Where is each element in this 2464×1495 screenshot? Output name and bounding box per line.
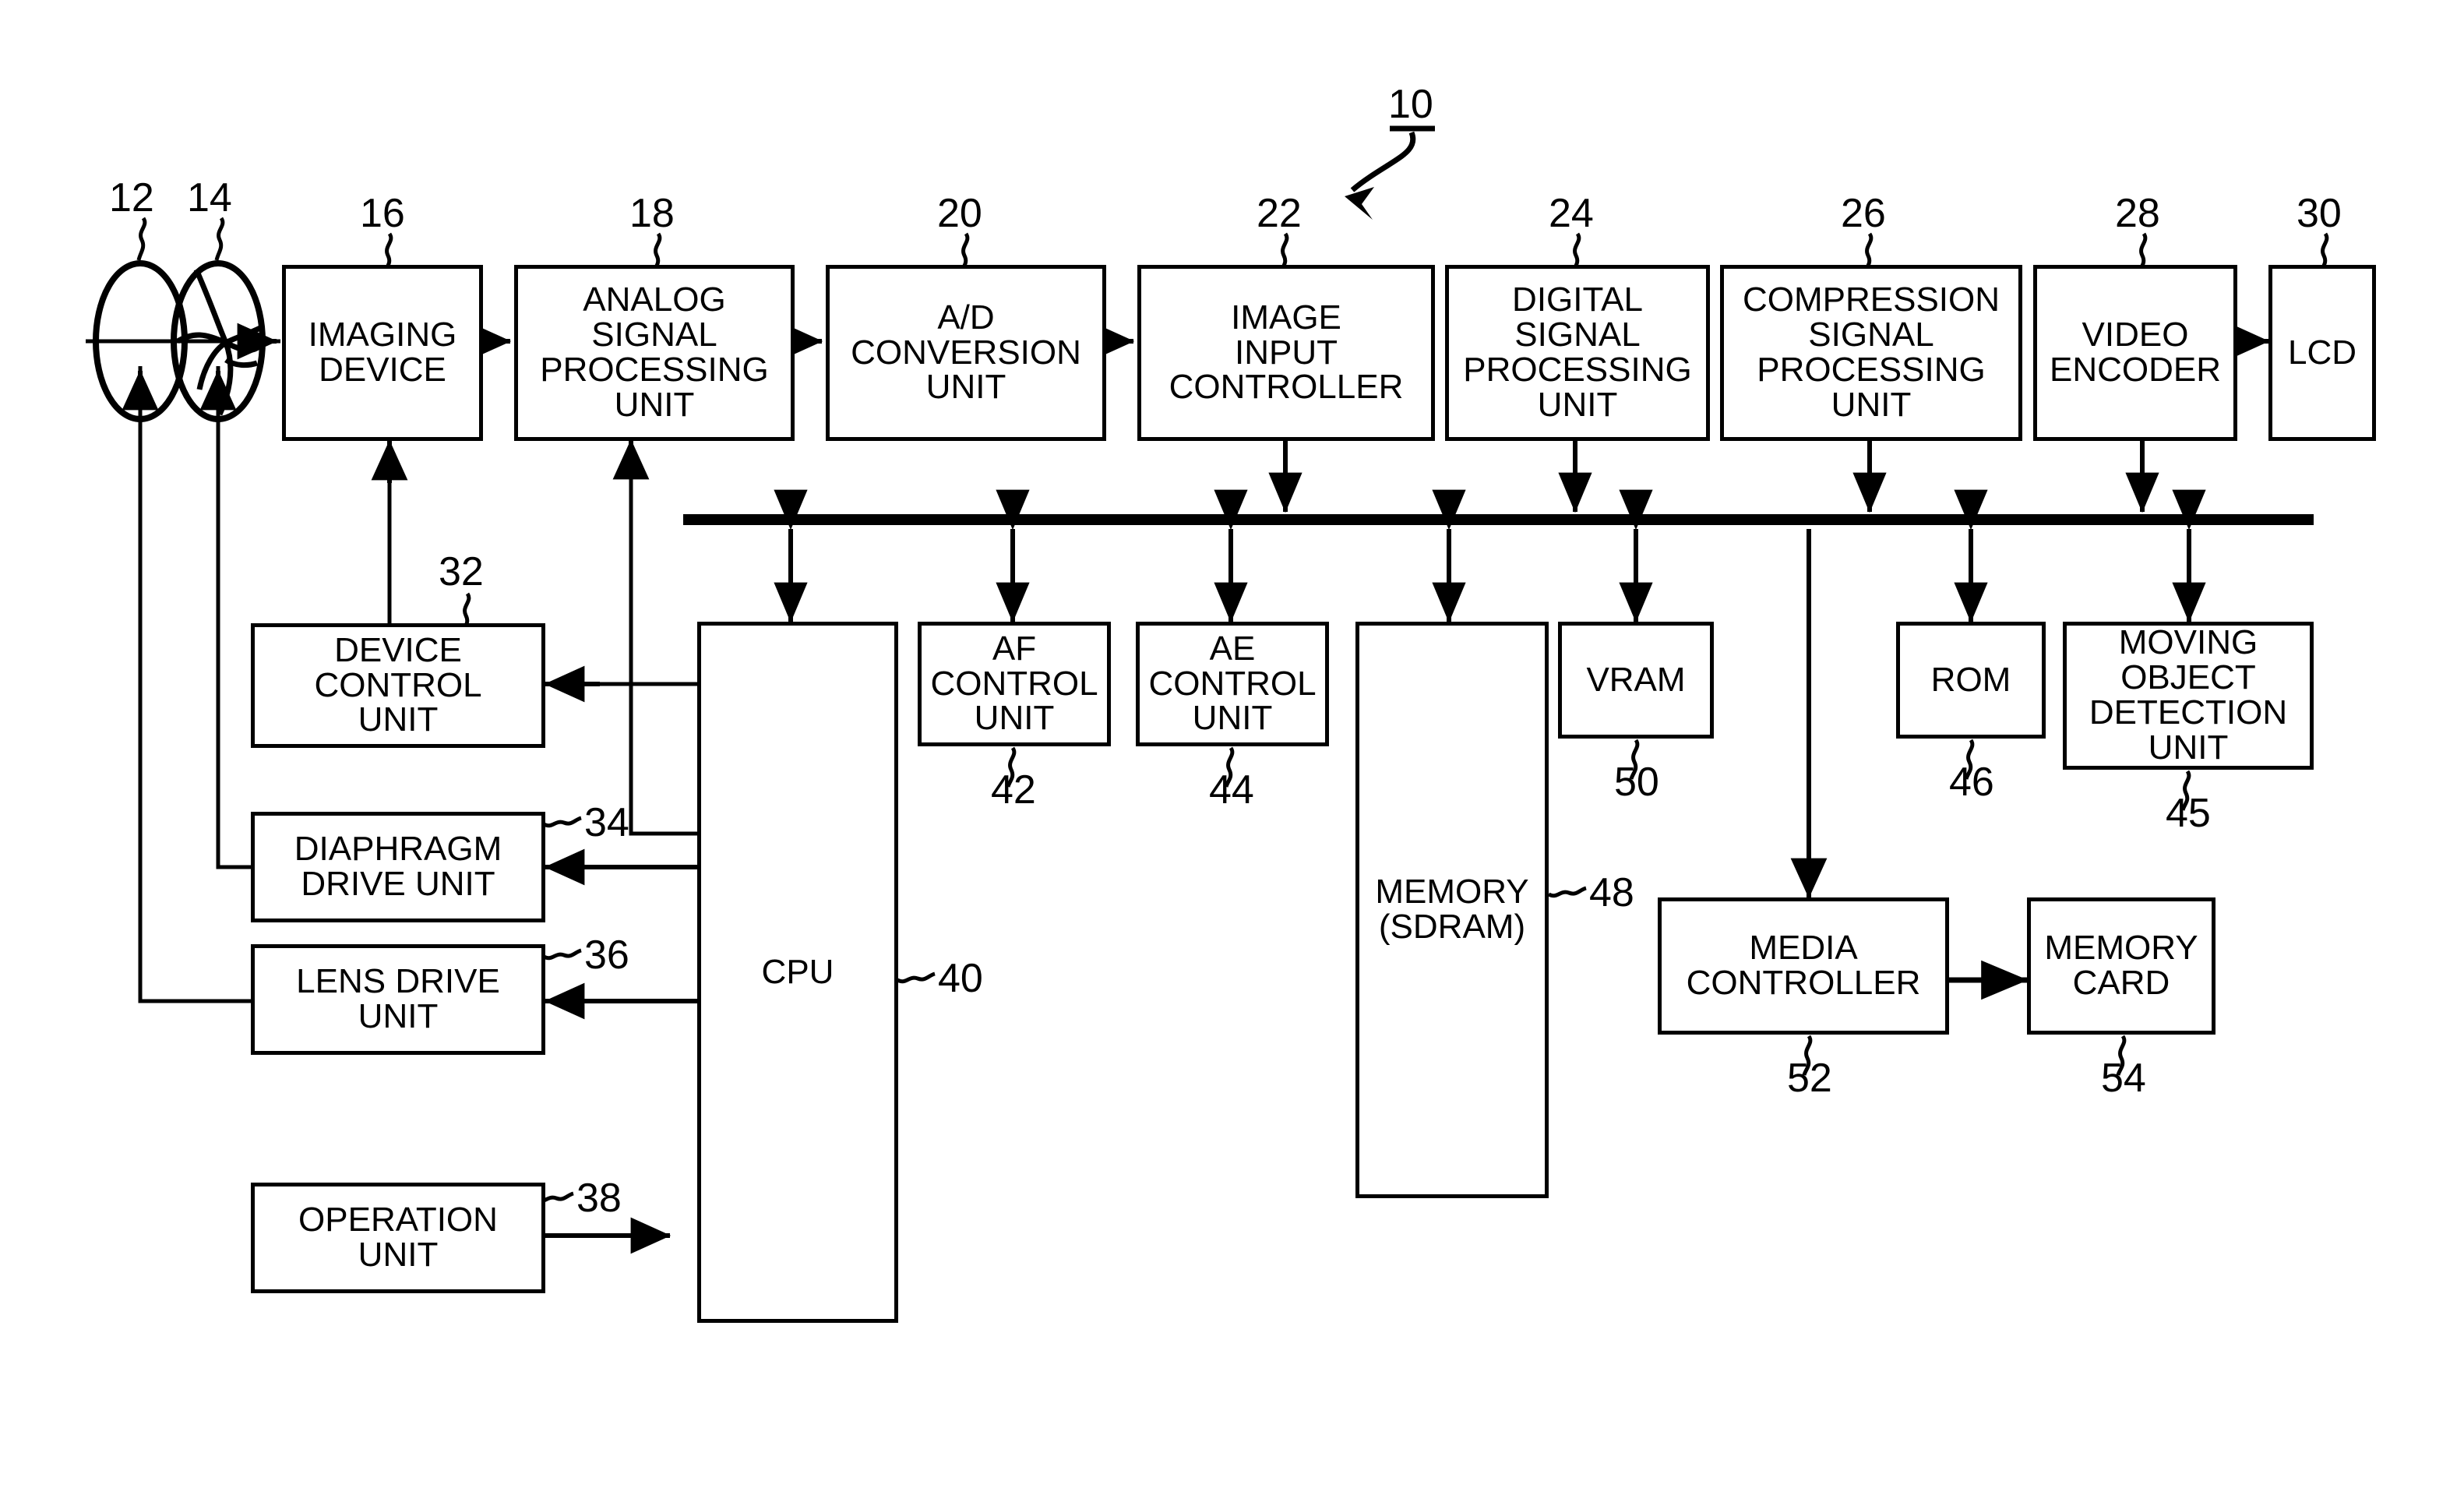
block-device-control-unit[interactable]: DEVICE CONTROL UNIT bbox=[251, 623, 545, 748]
ref-14: 14 bbox=[187, 175, 232, 220]
block-memory-card[interactable]: MEMORY CARD bbox=[2027, 897, 2215, 1035]
ref-40: 40 bbox=[938, 956, 983, 1001]
block-digital-signal-processing-unit[interactable]: DIGITAL SIGNAL PROCESSING UNIT bbox=[1445, 265, 1710, 441]
block-label: DIAPHRAGM DRIVE UNIT bbox=[294, 830, 502, 903]
block-label: VRAM bbox=[1586, 660, 1686, 699]
block-label: CPU bbox=[761, 952, 834, 991]
block-af-control-unit[interactable]: AF CONTROL UNIT bbox=[918, 622, 1111, 746]
figure-ref-leader bbox=[1345, 125, 1435, 220]
ref-22: 22 bbox=[1257, 191, 1302, 236]
block-label: MEMORY (SDRAM) bbox=[1375, 873, 1529, 946]
block-cpu[interactable]: CPU bbox=[697, 622, 898, 1323]
block-analog-signal-processing-unit[interactable]: ANALOG SIGNAL PROCESSING UNIT bbox=[514, 265, 795, 441]
block-label: MEDIA CONTROLLER bbox=[1686, 929, 1921, 1002]
block-ae-control-unit[interactable]: AE CONTROL UNIT bbox=[1136, 622, 1329, 746]
block-label: AF CONTROL UNIT bbox=[930, 629, 1098, 738]
block-lcd[interactable]: LCD bbox=[2268, 265, 2376, 441]
block-label: COMPRESSION SIGNAL PROCESSING UNIT bbox=[1742, 280, 2000, 424]
block-label: DIGITAL SIGNAL PROCESSING UNIT bbox=[1463, 280, 1692, 424]
ref-30: 30 bbox=[2297, 191, 2342, 236]
ref-16: 16 bbox=[360, 191, 405, 236]
ref-26: 26 bbox=[1841, 191, 1886, 236]
block-ad-conversion-unit[interactable]: A/D CONVERSION UNIT bbox=[826, 265, 1106, 441]
ref-20: 20 bbox=[937, 191, 982, 236]
ref-50: 50 bbox=[1614, 760, 1659, 805]
block-lens-drive-unit[interactable]: LENS DRIVE UNIT bbox=[251, 944, 545, 1055]
ref-34: 34 bbox=[584, 800, 629, 845]
block-label: DEVICE CONTROL UNIT bbox=[314, 630, 482, 739]
block-compression-signal-processing-unit[interactable]: COMPRESSION SIGNAL PROCESSING UNIT bbox=[1720, 265, 2022, 441]
ref-28: 28 bbox=[2115, 191, 2160, 236]
block-label: OPERATION UNIT bbox=[298, 1201, 498, 1274]
block-rom[interactable]: ROM bbox=[1896, 622, 2046, 739]
ref-54: 54 bbox=[2101, 1056, 2146, 1101]
block-label: VIDEO ENCODER bbox=[2049, 316, 2222, 389]
block-label: MEMORY CARD bbox=[2044, 929, 2198, 1002]
line-diaphragm-drive-to-diaphragm bbox=[216, 366, 251, 869]
block-memory-sdram[interactable]: MEMORY (SDRAM) bbox=[1355, 622, 1549, 1198]
ref-46: 46 bbox=[1949, 760, 1994, 805]
block-label: IMAGE INPUT CONTROLLER bbox=[1169, 298, 1404, 407]
block-label: ROM bbox=[1930, 660, 2011, 699]
line-cpu-to-analog-sp bbox=[629, 439, 697, 836]
block-label: LCD bbox=[2287, 333, 2357, 372]
ref-36: 36 bbox=[584, 933, 629, 978]
ref-24: 24 bbox=[1549, 191, 1594, 236]
ref-52: 52 bbox=[1787, 1056, 1832, 1101]
block-label: LENS DRIVE UNIT bbox=[296, 962, 500, 1035]
block-video-encoder[interactable]: VIDEO ENCODER bbox=[2033, 265, 2237, 441]
block-image-input-controller[interactable]: IMAGE INPUT CONTROLLER bbox=[1137, 265, 1435, 441]
ref-48: 48 bbox=[1589, 870, 1634, 915]
block-label: IMAGING DEVICE bbox=[308, 316, 457, 389]
patent-figure-block-diagram: IMAGING DEVICE ANALOG SIGNAL PROCESSING … bbox=[0, 0, 2464, 1495]
block-media-controller[interactable]: MEDIA CONTROLLER bbox=[1658, 897, 1949, 1035]
ref-12: 12 bbox=[109, 175, 154, 220]
block-moving-object-detection-unit[interactable]: MOVING OBJECT DETECTION UNIT bbox=[2063, 622, 2314, 770]
block-label: MOVING OBJECT DETECTION UNIT bbox=[2089, 623, 2288, 767]
ref-38: 38 bbox=[576, 1176, 622, 1221]
block-label: AE CONTROL UNIT bbox=[1148, 629, 1317, 738]
block-label: ANALOG SIGNAL PROCESSING UNIT bbox=[540, 280, 769, 424]
block-imaging-device[interactable]: IMAGING DEVICE bbox=[282, 265, 483, 441]
ref-18: 18 bbox=[629, 191, 675, 236]
ref-45: 45 bbox=[2166, 791, 2211, 836]
block-label: A/D CONVERSION UNIT bbox=[851, 298, 1081, 407]
block-vram[interactable]: VRAM bbox=[1558, 622, 1714, 739]
line-lens-drive-to-lens bbox=[138, 366, 251, 1003]
block-operation-unit[interactable]: OPERATION UNIT bbox=[251, 1183, 545, 1293]
system-bus bbox=[683, 514, 2314, 525]
ref-42: 42 bbox=[991, 767, 1036, 813]
block-diaphragm-drive-unit[interactable]: DIAPHRAGM DRIVE UNIT bbox=[251, 812, 545, 922]
figure-reference-10: 10 bbox=[1388, 82, 1433, 127]
ref-32: 32 bbox=[439, 549, 484, 594]
ref-44: 44 bbox=[1209, 767, 1254, 813]
